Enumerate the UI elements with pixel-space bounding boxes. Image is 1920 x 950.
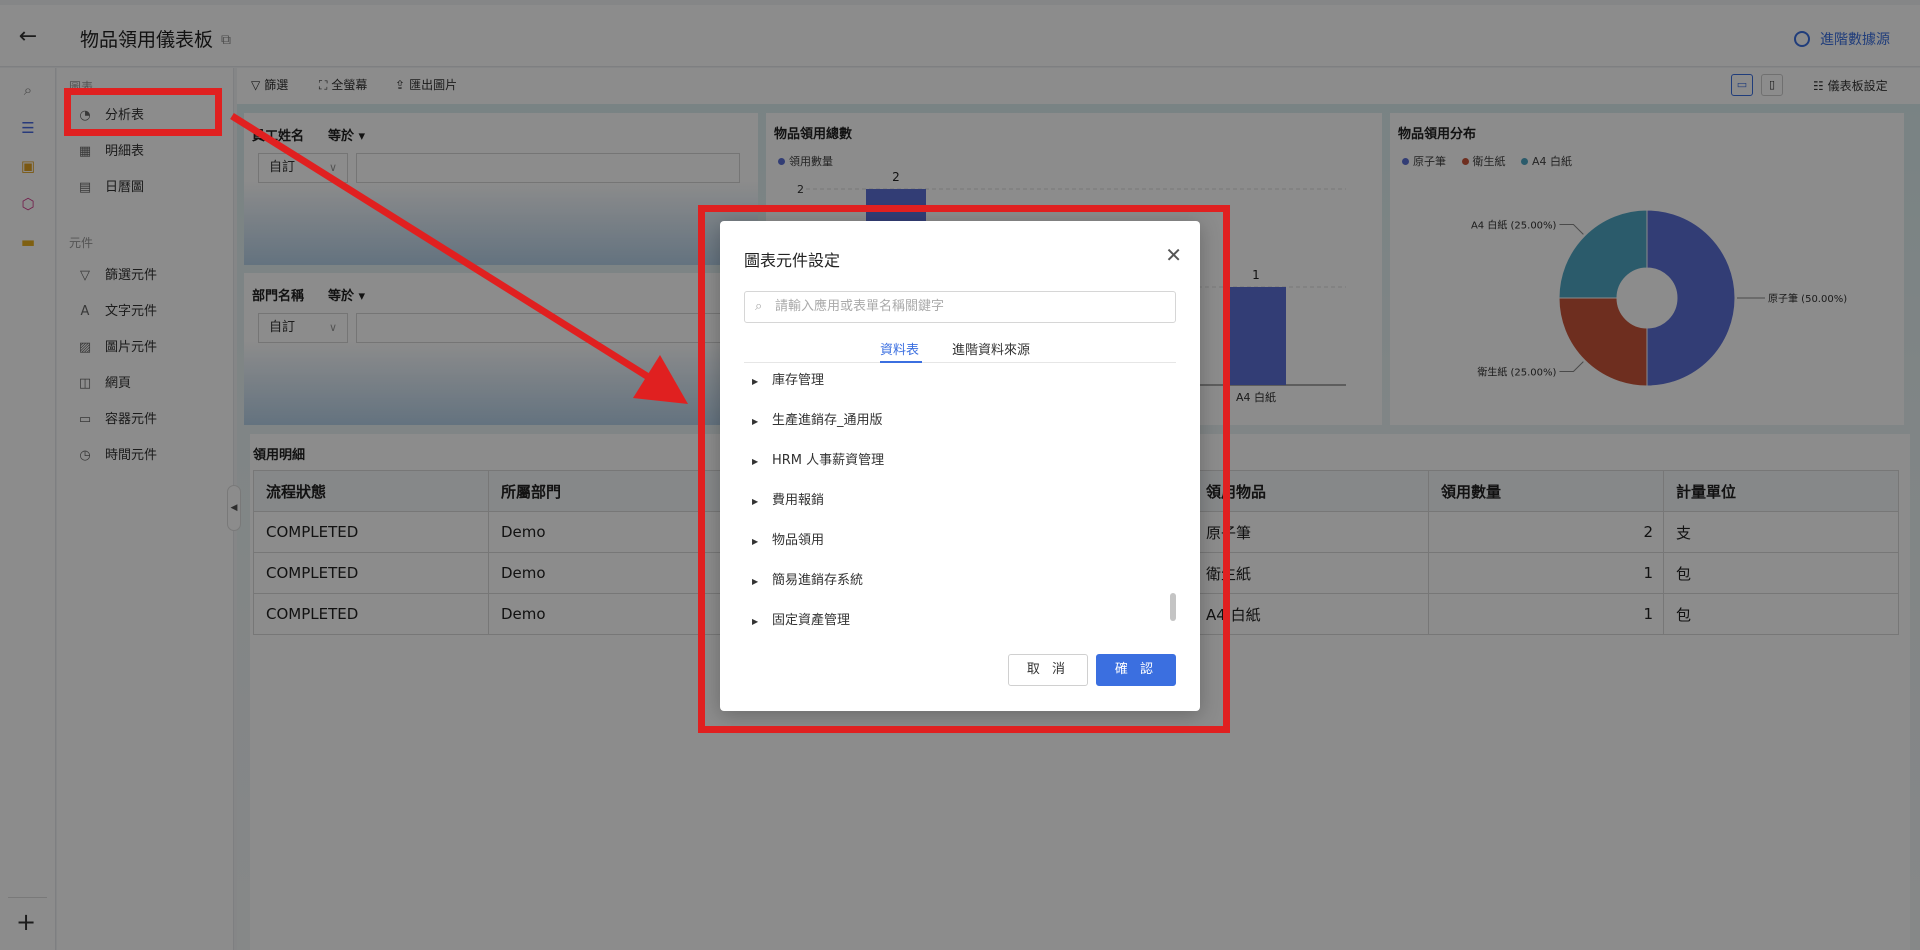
annotation-arrow-head <box>633 355 688 404</box>
annotation-arrow <box>230 113 688 404</box>
annotation-arrow-line <box>230 113 652 381</box>
